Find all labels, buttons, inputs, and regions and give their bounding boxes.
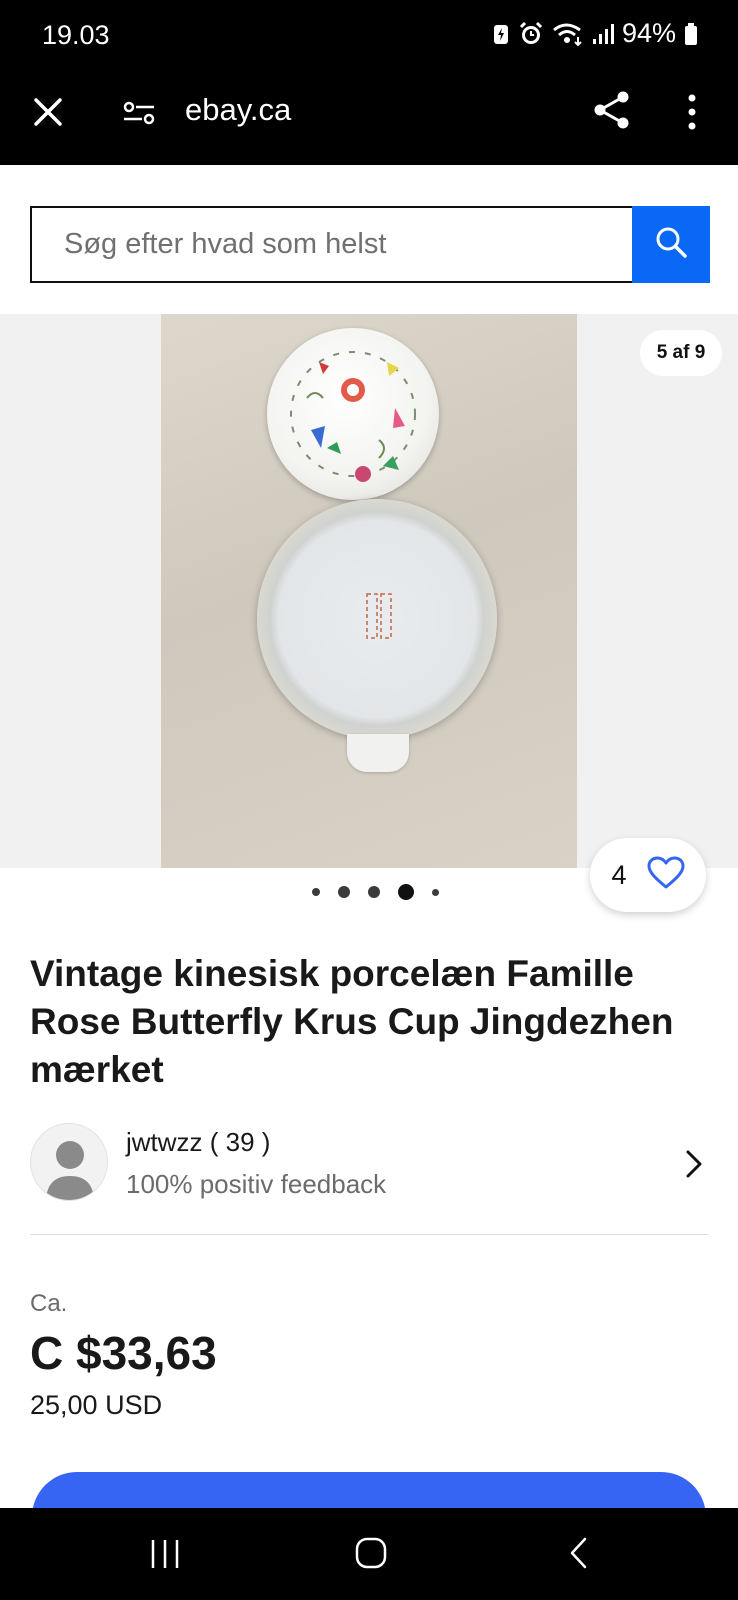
pagination-dot[interactable] bbox=[338, 886, 350, 898]
signal-icon bbox=[592, 22, 614, 46]
system-nav-bar bbox=[0, 1508, 738, 1600]
share-icon[interactable] bbox=[590, 88, 634, 132]
photo-maker-mark bbox=[365, 590, 395, 642]
wifi-icon bbox=[552, 21, 584, 47]
photo-handle bbox=[347, 734, 409, 772]
listing-title: Vintage kinesisk porcelæn Famille Rose B… bbox=[30, 953, 674, 1090]
price-approx-label: Ca. bbox=[30, 1290, 68, 1317]
watch-button[interactable]: 4 bbox=[590, 838, 706, 912]
recent-apps-icon[interactable] bbox=[148, 1538, 182, 1570]
pagination-dot[interactable] bbox=[432, 888, 439, 896]
status-icons: 94% bbox=[492, 18, 698, 49]
price-original: 25,00 USD bbox=[30, 1390, 163, 1420]
alarm-icon bbox=[518, 21, 544, 47]
search-bar bbox=[30, 206, 710, 283]
site-settings-icon[interactable] bbox=[122, 96, 156, 130]
back-icon[interactable] bbox=[566, 1536, 592, 1570]
battery-saver-icon bbox=[492, 22, 510, 46]
more-icon[interactable] bbox=[680, 90, 704, 134]
seller-feedback: 100% positiv feedback bbox=[126, 1169, 387, 1199]
status-time: 19.03 bbox=[42, 20, 110, 50]
url-text[interactable]: ebay.ca bbox=[185, 92, 291, 128]
status-bar: 19.03 94% bbox=[0, 0, 738, 70]
gallery-pagination bbox=[312, 884, 439, 900]
close-icon[interactable] bbox=[28, 92, 68, 132]
home-icon[interactable] bbox=[354, 1536, 388, 1570]
pagination-dot[interactable] bbox=[312, 888, 320, 896]
battery-percent: 94% bbox=[621, 18, 676, 48]
search-button[interactable] bbox=[632, 206, 710, 283]
battery-icon bbox=[684, 22, 698, 46]
image-counter: 5 af 9 bbox=[640, 330, 722, 376]
price: C $33,63 bbox=[30, 1327, 217, 1379]
divider bbox=[30, 1234, 708, 1235]
search-input[interactable] bbox=[32, 208, 632, 281]
watchers-count: 4 bbox=[611, 859, 627, 890]
avatar bbox=[30, 1123, 108, 1201]
image-gallery[interactable] bbox=[0, 314, 738, 868]
heart-icon bbox=[647, 856, 685, 895]
pagination-dot[interactable] bbox=[368, 886, 380, 898]
photo-lid bbox=[267, 328, 439, 500]
seller-info[interactable]: jwtwzz ( 39 ) 100% positiv feedback bbox=[30, 1123, 710, 1203]
browser-toolbar: ebay.ca bbox=[0, 70, 738, 165]
search-icon bbox=[654, 225, 688, 264]
product-photo[interactable] bbox=[161, 314, 577, 868]
pagination-dot-active[interactable] bbox=[398, 884, 414, 900]
chevron-right-icon[interactable] bbox=[680, 1149, 706, 1179]
seller-name[interactable]: jwtwzz ( 39 ) bbox=[126, 1127, 270, 1158]
